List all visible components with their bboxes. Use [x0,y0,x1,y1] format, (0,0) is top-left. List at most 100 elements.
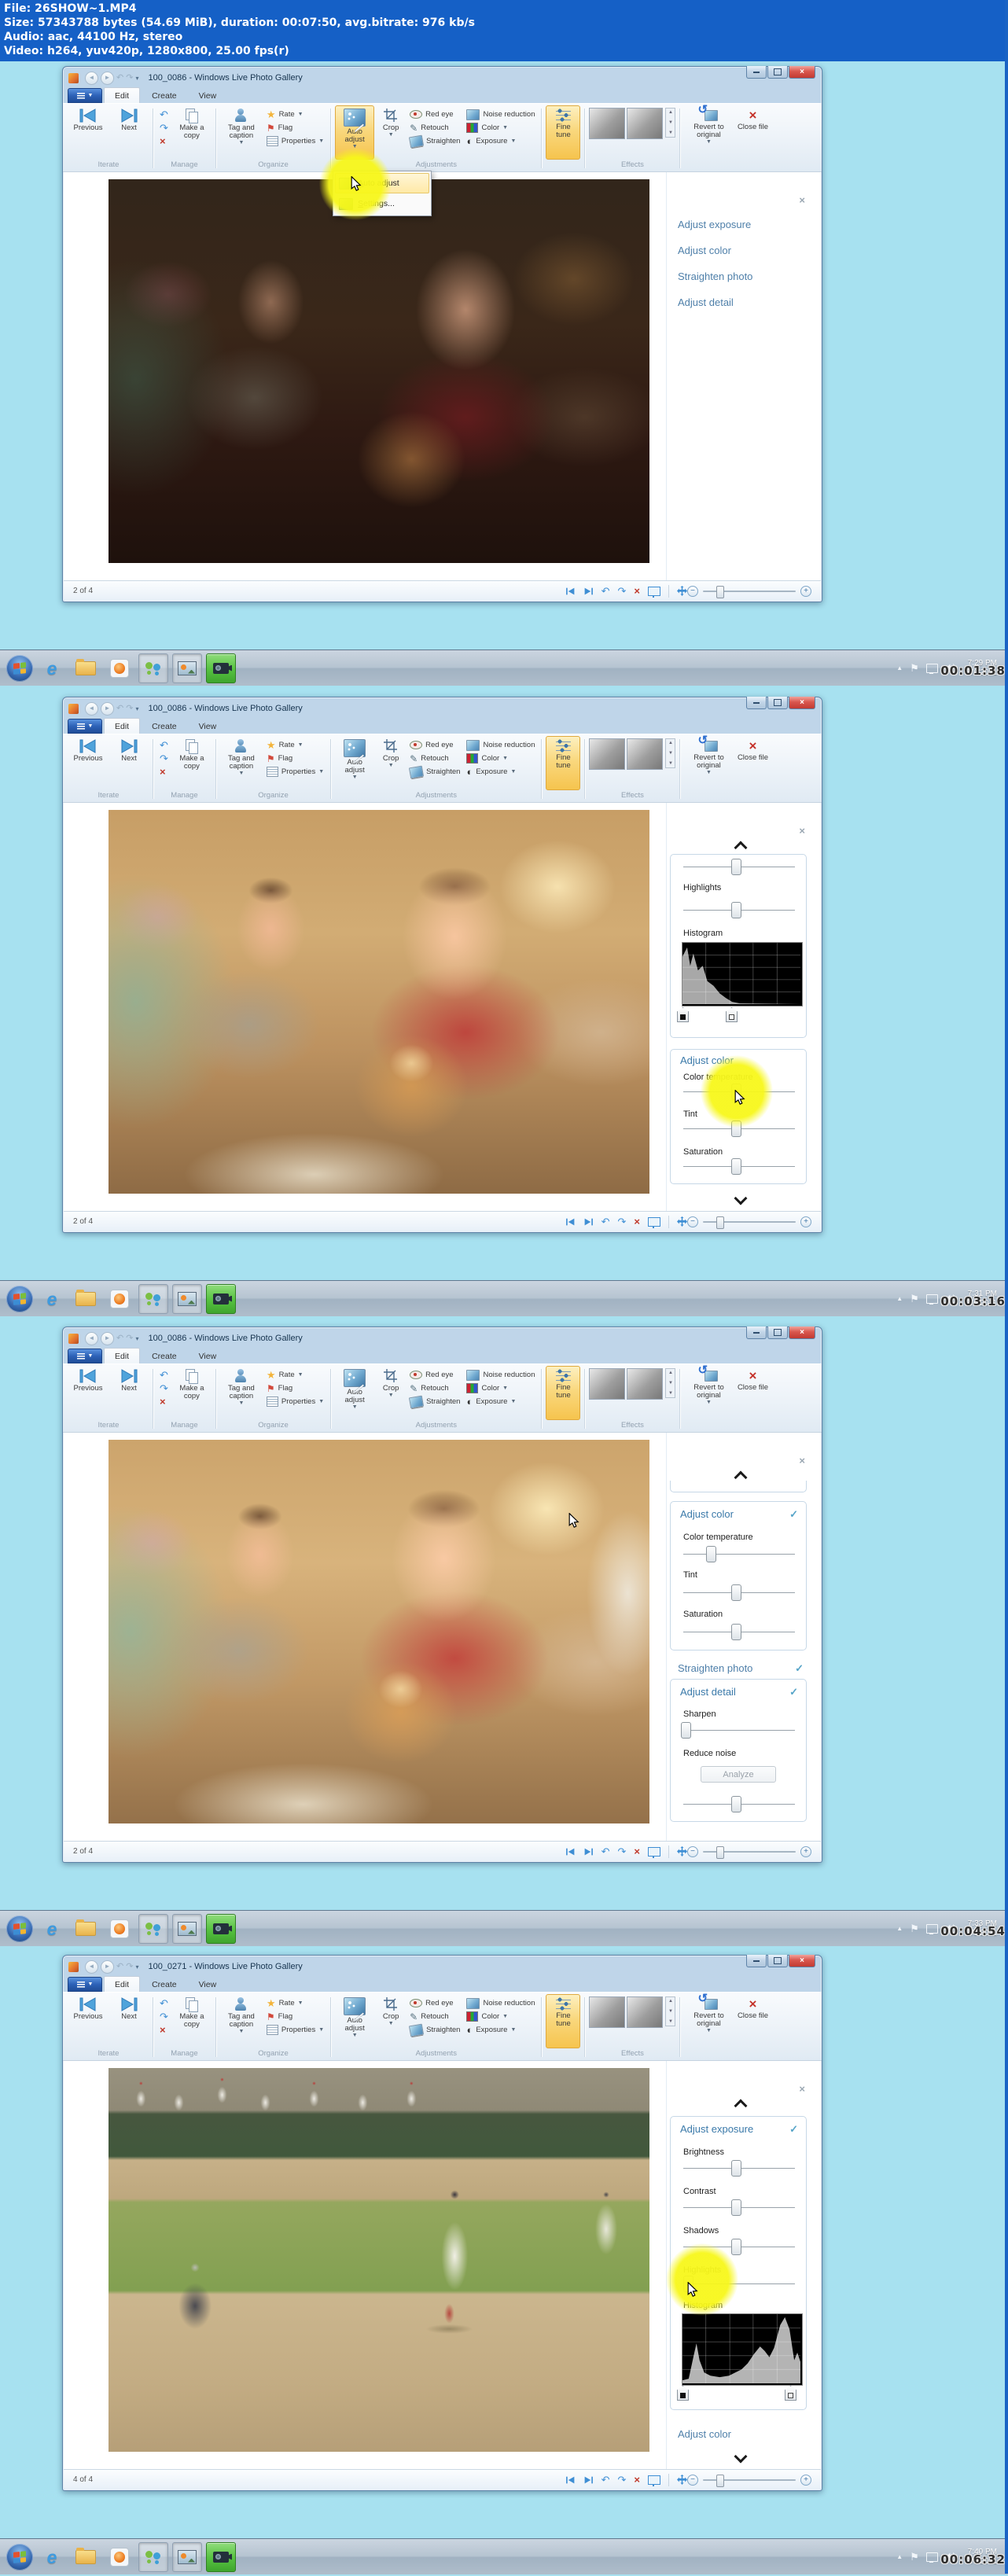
scroll-down-chevron[interactable] [734,2449,748,2464]
taskbar-media-player-button[interactable] [105,2542,134,2572]
previous-icon[interactable] [565,2475,576,2485]
menu-item-auto-adjust[interactable]: Auto adjust [335,173,430,193]
retouch-button[interactable]: ✎ Retouch [407,121,462,134]
network-icon[interactable] [925,2552,938,2563]
tab-create[interactable]: Create [142,719,187,734]
close-file-button[interactable]: × Close file [734,1994,771,2048]
retouch-button[interactable]: ✎ Retouch [407,2010,462,2023]
taskbar-media-player-button[interactable] [105,653,134,683]
redo-icon[interactable]: ↷ [126,703,133,714]
zoom-in-button[interactable]: + [800,1216,811,1227]
effects-scroll-strip[interactable]: ▲ ▼ ▼ [665,738,676,768]
tag-and-caption-button[interactable]: Tag and caption ▼ [220,1994,263,2048]
color-temperature-slider[interactable] [683,1546,795,1563]
tab-view[interactable]: View [189,1977,227,1992]
back-button[interactable]: ◄ [85,71,98,85]
taskbar-camcorder-app-button[interactable] [206,1913,236,1944]
close-file-button[interactable]: × Close file [734,736,771,790]
delete-button[interactable]: × [157,134,171,148]
tag-and-caption-button[interactable]: Tag and caption ▼ [220,736,263,790]
close-button[interactable]: × [789,66,815,79]
start-button[interactable] [6,1285,33,1312]
qat-dropdown-icon[interactable]: ▾ [135,705,138,712]
noise-reduction-button[interactable]: Noise reduction [464,1368,537,1382]
undo-icon[interactable]: ↶ [116,1333,123,1344]
effect-thumbnail[interactable] [627,1996,664,2028]
network-icon[interactable] [925,663,938,674]
crop-button[interactable]: Crop ▼ [376,105,406,160]
scroll-up-chevron[interactable] [734,2099,748,2113]
fine-tune-button[interactable]: Fine tune [546,1994,581,2048]
properties-button[interactable]: Properties ▼ [264,1395,326,1408]
rate-button[interactable]: ★ Rate ▼ [264,1368,326,1382]
effect-thumbnail[interactable] [589,1368,626,1400]
taskbar-camcorder-app-button[interactable] [206,653,236,683]
taskbar-photo-gallery-button[interactable] [172,1913,202,1944]
rotate-left-button[interactable]: ↶ [157,1368,171,1382]
minimize-button[interactable] [746,1327,767,1339]
qat-dropdown-icon[interactable]: ▾ [135,1963,138,1971]
slideshow-icon[interactable] [648,2475,660,2486]
delete-icon[interactable]: × [634,2474,640,2486]
slideshow-icon[interactable] [648,586,660,598]
color-button[interactable]: Color ▼ [464,752,537,765]
make-a-copy-button[interactable]: Make a copy [172,1366,212,1420]
minimize-button[interactable] [746,66,767,79]
zoom-out-button[interactable]: − [687,1846,698,1857]
file-menu-button[interactable]: ▼ [68,1349,102,1363]
taskbar-photo-gallery-button[interactable] [172,2541,202,2572]
network-icon[interactable] [925,1294,938,1305]
adjust-color-link[interactable]: Adjust color [678,2428,731,2440]
saturation-slider[interactable] [683,1158,795,1176]
crop-button[interactable]: Crop ▼ [376,736,406,790]
exposure-button[interactable]: ◐ Exposure ▼ [464,2023,537,2037]
previous-icon[interactable] [565,1847,576,1857]
undo-icon[interactable]: ↶ [116,1961,123,1972]
make-a-copy-button[interactable]: Make a copy [172,736,212,790]
forward-button[interactable]: ► [101,701,114,716]
rotate-left-button[interactable]: ↶ [157,738,171,752]
color-button[interactable]: Color ▼ [464,121,537,134]
next-icon[interactable] [583,1217,594,1227]
taskbar-messenger-button[interactable] [138,653,168,683]
tab-view[interactable]: View [189,719,227,734]
make-a-copy-button[interactable]: Make a copy [172,105,212,160]
rotate-right-button[interactable]: ↷ [157,121,171,134]
shadows-slider[interactable] [683,859,795,876]
start-button[interactable] [6,1915,33,1942]
minimize-button[interactable] [746,1955,767,1967]
action-center-icon[interactable]: ⚑ [910,1923,919,1935]
zoom-slider[interactable] [703,2474,796,2487]
straighten-button[interactable]: Straighten [407,765,462,778]
fit-to-window-icon[interactable] [677,1846,687,1857]
network-icon[interactable] [925,1923,938,1934]
forward-button[interactable]: ► [101,71,114,85]
taskbar-photo-gallery-button[interactable] [172,653,202,683]
back-button[interactable]: ◄ [85,1960,98,1974]
delete-button[interactable]: × [157,765,171,778]
show-hidden-icons-button[interactable]: ▲ [896,1295,903,1302]
reduce-noise-slider[interactable] [683,1796,795,1813]
taskbar-messenger-button[interactable] [138,1283,168,1314]
rotate-left-button[interactable]: ↶ [157,1996,171,2010]
straighten-photo-link[interactable]: Straighten photo [678,1662,752,1674]
fit-to-window-icon[interactable] [677,1216,687,1227]
red-eye-button[interactable]: Red eye [407,738,462,752]
taskbar-media-player-button[interactable] [105,1284,134,1314]
effect-thumbnail[interactable] [589,108,626,139]
taskbar-camcorder-app-button[interactable] [206,1283,236,1314]
red-eye-button[interactable]: Red eye [407,108,462,121]
effect-thumbnail[interactable] [589,1996,626,2028]
next-icon[interactable] [583,2475,594,2485]
taskbar-internet-explorer-button[interactable]: e [37,653,67,683]
straighten-button[interactable]: Straighten [407,1395,462,1408]
rate-button[interactable]: ★ Rate ▼ [264,1996,326,2010]
color-button[interactable]: Color ▼ [464,1382,537,1395]
highlights-slider[interactable] [683,2276,795,2297]
adjust-exposure-link[interactable]: Adjust exposure [678,219,751,230]
properties-button[interactable]: Properties ▼ [264,134,326,148]
next-icon[interactable] [583,1847,594,1857]
rotate-right-icon[interactable]: ↷ [618,2474,627,2486]
maximize-button[interactable] [767,697,788,709]
white-point-handle[interactable] [785,2386,796,2401]
